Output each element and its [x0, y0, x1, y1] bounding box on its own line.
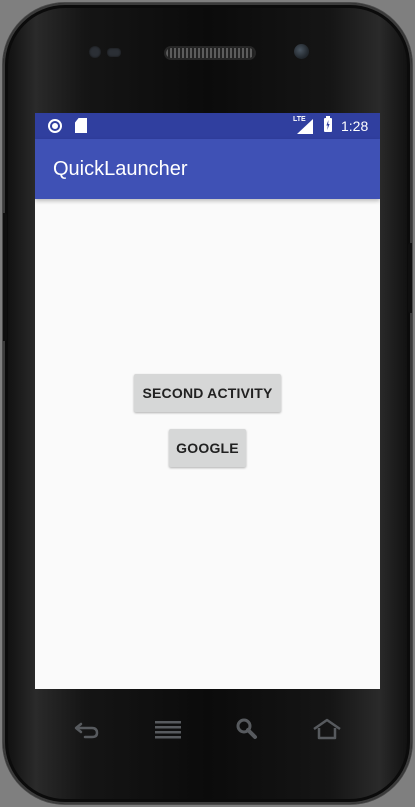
front-camera — [294, 44, 309, 59]
status-time: 1:28 — [341, 118, 369, 134]
back-icon[interactable] — [72, 716, 102, 742]
app-title: QuickLauncher — [53, 158, 188, 180]
proximity-sensor — [89, 46, 101, 58]
lte-icon: LTE — [293, 116, 306, 123]
status-bar: LTE 1:28 — [35, 113, 380, 139]
home-icon[interactable] — [312, 716, 342, 742]
battery-charging-icon — [324, 116, 332, 132]
sd-card-icon — [75, 118, 87, 133]
power-button[interactable] — [408, 243, 412, 313]
google-button[interactable]: GOOGLE — [169, 429, 246, 467]
circle-notification-icon — [48, 119, 62, 133]
hardware-nav-keys — [35, 704, 380, 754]
earpiece-speaker — [166, 48, 254, 58]
phone-screen: LTE 1:28 QuickLauncher SECOND ACTIVITY G… — [35, 113, 380, 689]
second-activity-button[interactable]: SECOND ACTIVITY — [134, 374, 281, 412]
menu-icon[interactable] — [153, 716, 183, 742]
search-icon[interactable] — [233, 716, 263, 742]
volume-button[interactable] — [3, 213, 7, 341]
light-sensor — [107, 48, 121, 57]
app-bar: QuickLauncher — [35, 139, 380, 199]
